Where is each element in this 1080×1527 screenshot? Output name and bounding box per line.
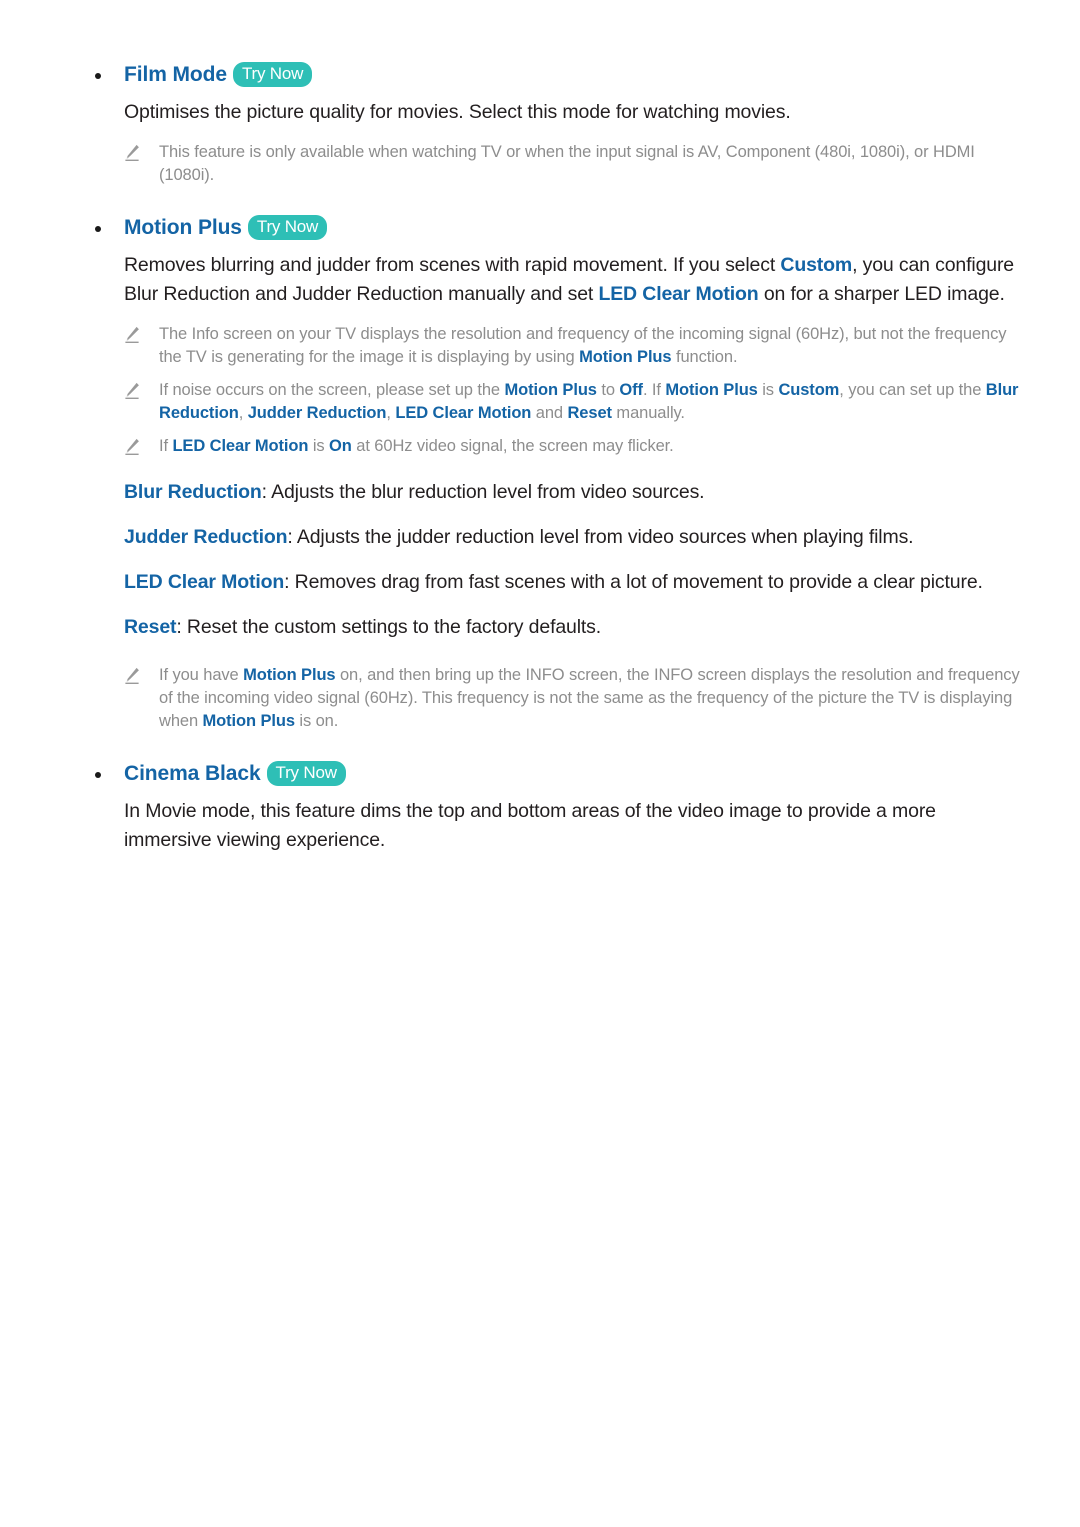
heading-film-mode: Film Mode Try Now: [86, 60, 1034, 92]
note-item: The Info screen on your TV displays the …: [86, 323, 1034, 369]
try-now-badge[interactable]: Try Now: [247, 215, 328, 240]
text-run: Removes blurring and judder from scenes …: [124, 254, 781, 276]
note-text: If you have: [159, 666, 244, 684]
body-paragraph: Removes blurring and judder from scenes …: [86, 251, 1034, 309]
pencil-icon: [122, 381, 142, 401]
section-motion-plus: Motion Plus Try Now Removes blurring and …: [86, 213, 1034, 733]
note-text: is: [757, 381, 779, 399]
note-text: at 60Hz video signal, the screen may fli…: [351, 437, 674, 455]
term-description: : Adjusts the judder reduction level fro…: [287, 526, 914, 548]
bullet-icon: [95, 772, 101, 778]
term-description: : Adjusts the blur reduction level from …: [261, 481, 705, 503]
note-text: is: [308, 437, 330, 455]
bullet-icon: [95, 226, 101, 232]
term-description: : Removes drag from fast scenes with a l…: [284, 571, 983, 593]
note-text: . If: [642, 381, 666, 399]
term-label: LED Clear Motion: [124, 571, 285, 593]
heading-cinema-black: Cinema Black Try Now: [86, 759, 1034, 791]
body-paragraph: Optimises the picture quality for movies…: [124, 101, 791, 123]
term-definition-judder-reduction: Judder Reduction: Adjusts the judder red…: [86, 523, 1034, 552]
term-off: Off: [619, 381, 643, 399]
note-text: If: [159, 437, 173, 455]
term-on: On: [329, 437, 352, 455]
note-item: If noise occurs on the screen, please se…: [86, 379, 1034, 425]
term-label: Reset: [124, 616, 177, 638]
bullet-icon: [95, 73, 101, 79]
document-page: Film Mode Try Now Optimises the picture q…: [0, 0, 1080, 1527]
pencil-icon: [122, 666, 142, 686]
term-motion-plus: Motion Plus: [202, 712, 295, 730]
try-now-badge[interactable]: Try Now: [232, 62, 313, 87]
note-text: , you can set up the: [839, 381, 986, 399]
note-item: This feature is only available when watc…: [86, 141, 1034, 187]
try-now-badge[interactable]: Try Now: [266, 761, 346, 786]
term-motion-plus: Motion Plus: [665, 381, 758, 399]
text-run: on for a sharper LED image.: [758, 283, 1005, 305]
body-paragraph: In Movie mode, this feature dims the top…: [124, 800, 936, 851]
term-motion-plus: Motion Plus: [243, 666, 336, 684]
pencil-icon: [122, 325, 142, 345]
section-film-mode: Film Mode Try Now Optimises the picture q…: [86, 60, 1034, 187]
term-judder-reduction: Judder Reduction: [247, 404, 387, 422]
note-text: and: [531, 404, 568, 422]
term-label: Judder Reduction: [124, 526, 288, 548]
note-text: function.: [671, 348, 738, 366]
heading-motion-plus: Motion Plus Try Now: [86, 213, 1034, 245]
term-custom: Custom: [780, 254, 853, 276]
note-text: If noise occurs on the screen, please se…: [159, 381, 505, 399]
term-led-clear-motion: LED Clear Motion: [395, 404, 532, 422]
term-definition-reset: Reset: Reset the custom settings to the …: [86, 613, 1034, 642]
term-definition-led-clear-motion: LED Clear Motion: Removes drag from fast…: [86, 568, 1034, 597]
note-item: If LED Clear Motion is On at 60Hz video …: [86, 435, 1034, 458]
term-custom: Custom: [778, 381, 840, 399]
note-text: is on.: [294, 712, 339, 730]
heading-label: Film Mode: [124, 63, 227, 86]
heading-label: Motion Plus: [124, 216, 242, 239]
term-led-clear-motion: LED Clear Motion: [598, 283, 759, 305]
pencil-icon: [122, 143, 142, 163]
term-motion-plus: Motion Plus: [504, 381, 597, 399]
heading-label: Cinema Black: [124, 762, 261, 785]
pencil-icon: [122, 437, 142, 457]
section-cinema-black: Cinema Black Try Now In Movie mode, this …: [86, 759, 1034, 855]
term-motion-plus: Motion Plus: [579, 348, 672, 366]
term-reset: Reset: [567, 404, 612, 422]
term-label: Blur Reduction: [124, 481, 262, 503]
note-item: If you have Motion Plus on, and then bri…: [86, 664, 1034, 733]
note-text: to: [596, 381, 620, 399]
note-text: This feature is only available when watc…: [159, 143, 975, 184]
term-led-clear-motion: LED Clear Motion: [172, 437, 309, 455]
term-description: : Reset the custom settings to the facto…: [176, 616, 602, 638]
note-text: ,: [238, 404, 248, 422]
note-text: manually.: [611, 404, 685, 422]
term-definition-blur-reduction: Blur Reduction: Adjusts the blur reducti…: [86, 478, 1034, 507]
